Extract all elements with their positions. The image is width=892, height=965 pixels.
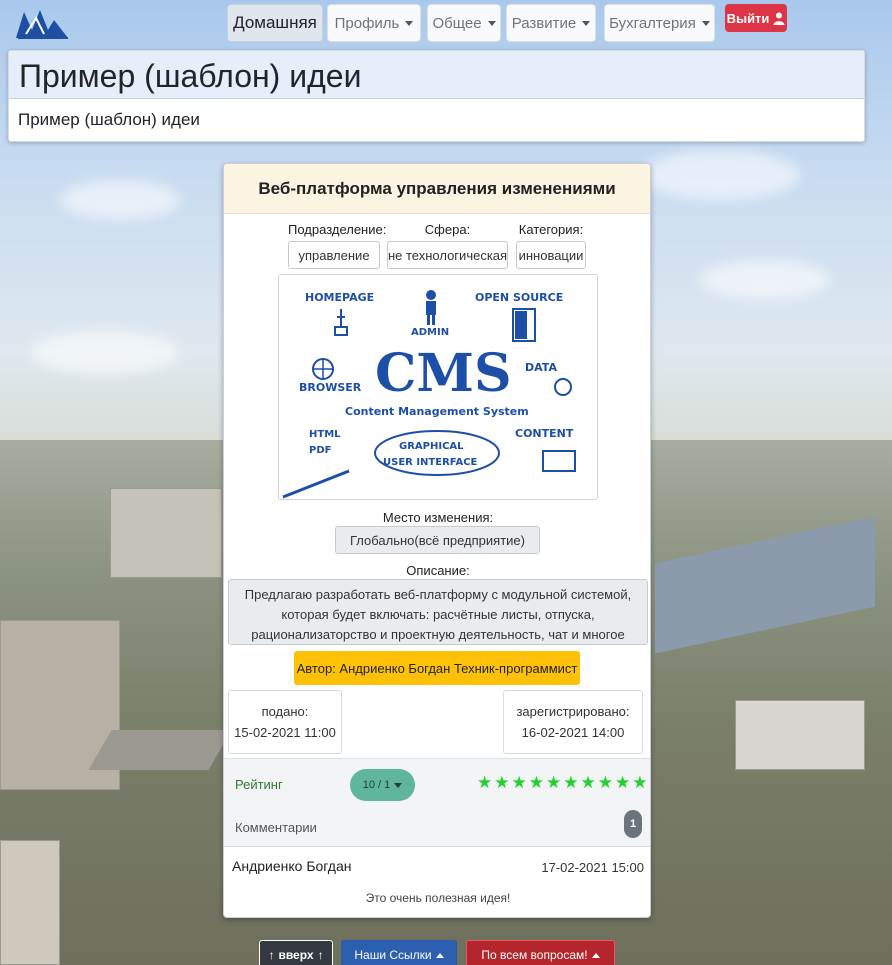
nav-development-label: Развитие (511, 14, 577, 32)
comments-label: Комментарии (235, 820, 317, 835)
user-icon (773, 12, 785, 25)
star-icon[interactable]: ★ (512, 774, 527, 792)
idea-title: Веб-платформа управления изменениями (224, 164, 650, 214)
nav-general-label: Общее (432, 14, 482, 32)
our-links-label: Наши Ссылки (354, 948, 432, 962)
image-gui-line1-text: GRAPHICAL (399, 441, 464, 452)
nav-accounting-dropdown[interactable]: Бухгалтерия (604, 4, 715, 42)
image-cms-text: CMS (375, 343, 512, 404)
arrow-up-icon: ↑ (268, 948, 275, 962)
image-data-text: DATA (525, 361, 557, 374)
field-sphere-value: не технологическая (387, 241, 508, 269)
star-icon[interactable]: ★ (529, 774, 544, 792)
rating-row: Рейтинг 10 / 1 ★ ★ ★ ★ ★ ★ ★ ★ ★ ★ (224, 758, 650, 808)
field-category-label: Категория: (518, 222, 584, 237)
nav-home-button[interactable]: Домашняя (227, 4, 323, 42)
navbar: Домашняя Профиль Общее Развитие Бухгалте… (0, 0, 892, 46)
image-browser-text: BROWSER (299, 381, 362, 394)
download-icon (554, 378, 572, 396)
submitted-date: 15-02-2021 11:00 (234, 725, 336, 740)
admin-icon (426, 290, 436, 300)
logout-label: Выйти (726, 10, 770, 26)
chevron-up-icon (591, 952, 600, 958)
chevron-up-icon (435, 952, 444, 958)
nav-profile-label: Профиль (334, 14, 400, 32)
chevron-down-icon (405, 20, 414, 26)
description-label: Описание: (406, 563, 470, 578)
comments-count-badge: 1 (624, 810, 642, 838)
page-header: Пример (шаблон) идеи Пример (шаблон) иде… (8, 50, 865, 142)
scroll-up-button[interactable]: ↑ вверх ↑ (259, 940, 333, 965)
chevron-down-icon (701, 20, 710, 26)
place-label: Место изменения: (382, 510, 494, 525)
field-division-label: Подразделение: (288, 222, 387, 237)
our-links-dropdown[interactable]: Наши Ссылки (341, 940, 457, 965)
nav-home-label: Домашняя (233, 13, 317, 32)
pencil-icon (282, 469, 350, 499)
rating-stars: ★ ★ ★ ★ ★ ★ ★ ★ ★ ★ (477, 774, 648, 792)
comment-author: Андриенко Богдан (232, 858, 352, 874)
field-category: Категория: инновации (516, 222, 586, 269)
star-icon[interactable]: ★ (477, 774, 492, 792)
image-admin-text: ADMIN (411, 327, 449, 338)
rating-label: Рейтинг (235, 777, 283, 792)
hand-pointer-icon (334, 309, 348, 336)
star-icon[interactable]: ★ (546, 774, 561, 792)
page-subtitle: Пример (шаблон) идеи (18, 110, 200, 129)
comment-item: Андриенко Богдан 17-02-2021 15:00 Это оч… (224, 846, 650, 917)
author-badge: Автор: Андриенко Богдан Техник-программи… (294, 651, 580, 685)
idea-card: Веб-платформа управления изменениями Под… (223, 163, 651, 918)
place-value: Глобально(всё предприятие) (335, 526, 540, 554)
submitted-date-box: подано: 15-02-2021 11:00 (228, 690, 342, 754)
image-pdf-text: PDF (309, 445, 331, 456)
image-html-text: HTML (309, 429, 341, 440)
field-division-value: управление (288, 241, 380, 269)
logo-icon[interactable] (14, 4, 70, 40)
chevron-down-icon (582, 20, 591, 26)
folder-icon (542, 450, 576, 472)
star-icon[interactable]: ★ (615, 774, 630, 792)
logout-button[interactable]: Выйти (725, 4, 787, 32)
registered-label: зарегистрировано: (516, 704, 630, 719)
star-icon[interactable]: ★ (494, 774, 509, 792)
idea-image: HOMEPAGE ADMIN OPEN SOURCE BROWSER CMS D… (278, 274, 598, 500)
description-textarea[interactable]: Предлагаю разработать веб-платформу с мо… (228, 579, 648, 662)
field-sphere-label: Сфера: (424, 222, 471, 237)
comment-date: 17-02-2021 15:00 (541, 860, 644, 875)
image-cms-full-text: Content Management System (345, 405, 529, 418)
arrow-up-icon: ↑ (317, 948, 324, 962)
field-division: Подразделение: управление (288, 222, 387, 269)
submitted-label: подано: (261, 704, 309, 719)
nav-general-dropdown[interactable]: Общее (427, 4, 501, 42)
comment-text: Это очень полезная идея! (365, 891, 511, 905)
chevron-down-icon (487, 20, 496, 26)
questions-label: По всем вопросам! (481, 948, 588, 962)
image-gui-line2-text: USER INTERFACE (383, 457, 478, 468)
image-homepage-text: HOMEPAGE (305, 291, 374, 304)
field-sphere: Сфера: не технологическая (387, 222, 508, 269)
nav-profile-dropdown[interactable]: Профиль (327, 4, 421, 42)
rating-dropdown[interactable]: 10 / 1 (350, 769, 415, 801)
image-content-text: CONTENT (515, 427, 574, 440)
star-icon[interactable]: ★ (563, 774, 578, 792)
star-icon[interactable]: ★ (632, 774, 647, 792)
image-open-source-text: OPEN SOURCE (475, 291, 563, 304)
gui-ellipse (374, 430, 500, 476)
nav-development-dropdown[interactable]: Развитие (506, 4, 596, 42)
rating-value: 10 / 1 (362, 779, 391, 791)
registered-date-box: зарегистрировано: 16-02-2021 14:00 (503, 690, 643, 754)
page-title: Пример (шаблон) идеи (19, 58, 362, 94)
registered-date: 16-02-2021 14:00 (521, 725, 625, 740)
chevron-down-icon (394, 782, 403, 788)
star-icon[interactable]: ★ (581, 774, 596, 792)
field-category-value: инновации (516, 241, 586, 269)
nav-accounting-label: Бухгалтерия (609, 14, 696, 32)
star-icon[interactable]: ★ (598, 774, 613, 792)
scroll-up-label: вверх (278, 948, 314, 962)
comments-row: Комментарии 1 (224, 808, 650, 846)
questions-dropdown[interactable]: По всем вопросам! (466, 940, 615, 965)
